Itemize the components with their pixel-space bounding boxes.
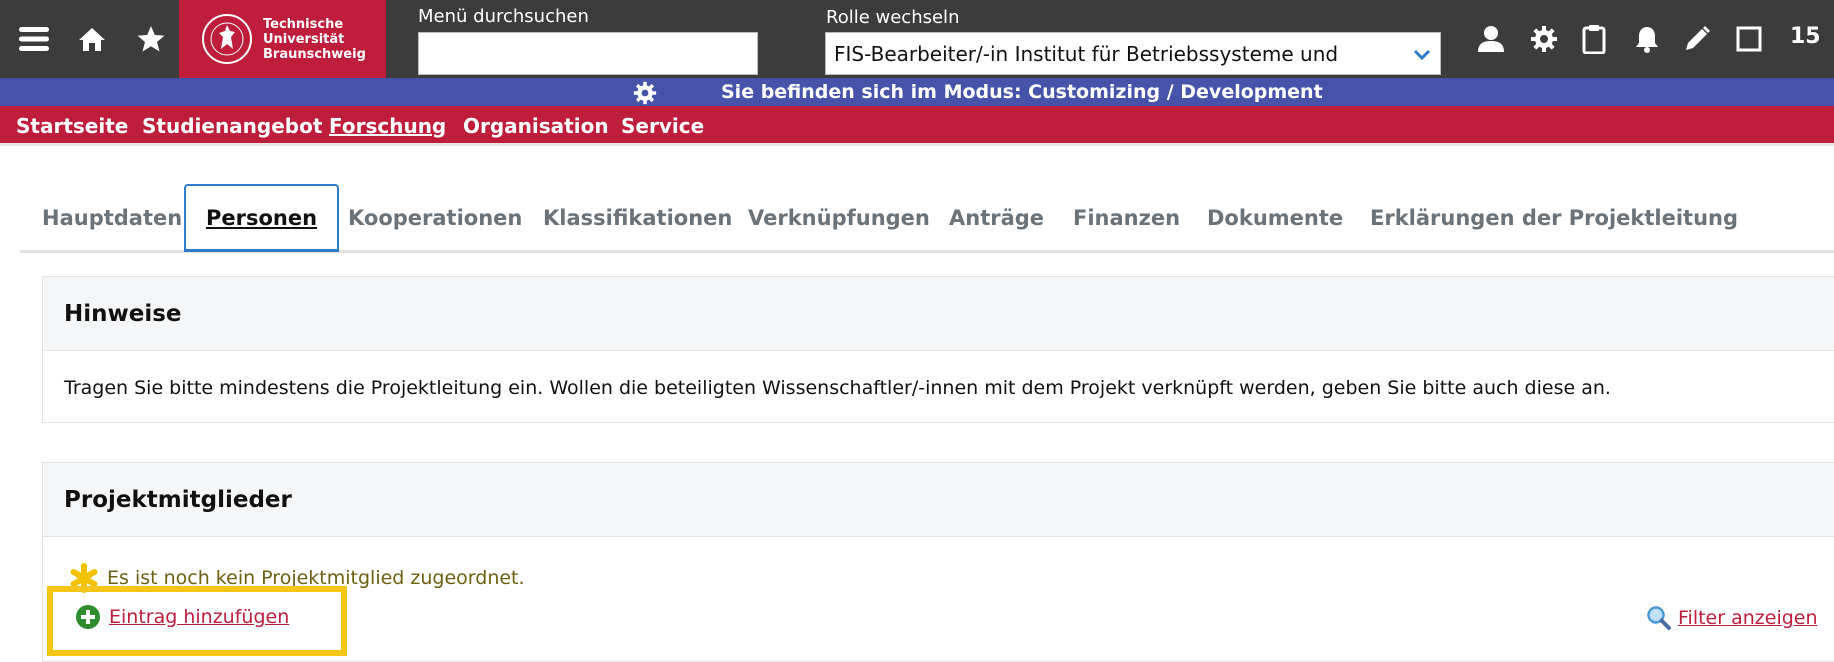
window-icon[interactable] <box>1732 22 1766 56</box>
menu-icon[interactable] <box>17 22 51 56</box>
tab-personen[interactable]: Personen <box>184 184 340 252</box>
members-title: Projektmitglieder <box>43 463 1834 537</box>
session-counter: 15 <box>1790 24 1821 49</box>
role-label: Rolle wechseln <box>826 7 960 28</box>
menu-search-input[interactable] <box>418 32 758 75</box>
tab-kooperationen[interactable]: Kooperationen <box>348 206 522 230</box>
main-nav: Startseite Studienangebot Forschung Orga… <box>0 106 1834 146</box>
mode-text: Sie befinden sich im Modus: Customizing … <box>721 81 1323 103</box>
tab-verknuepfungen[interactable]: Verknüpfungen <box>748 206 930 230</box>
mode-bar: Sie befinden sich im Modus: Customizing … <box>0 78 1834 106</box>
home-icon[interactable] <box>75 22 109 56</box>
tab-erklaerungen[interactable]: Erklärungen der Projektleitung <box>1370 206 1738 230</box>
role-select[interactable]: FIS-Bearbeiter/-in Institut für Betriebs… <box>825 32 1441 75</box>
role-select-value: FIS-Bearbeiter/-in Institut für Betriebs… <box>834 41 1339 66</box>
top-bar: Technische Universität Braunschweig Menü… <box>0 0 1834 78</box>
show-filter-label: Filter anzeigen <box>1678 607 1818 629</box>
magnifier-icon <box>1647 606 1671 630</box>
clipboard-icon[interactable] <box>1577 22 1611 56</box>
search-label: Menü durchsuchen <box>418 6 589 27</box>
tab-klassifikationen[interactable]: Klassifikationen <box>543 206 732 230</box>
chevron-down-icon <box>1413 49 1431 61</box>
tab-finanzen[interactable]: Finanzen <box>1073 206 1180 230</box>
show-filter-link[interactable]: Filter anzeigen <box>1646 605 1818 631</box>
bell-icon[interactable] <box>1630 22 1664 56</box>
pencil-icon[interactable] <box>1680 22 1714 56</box>
logo-text: Technische Universität Braunschweig <box>263 16 366 62</box>
add-entry-link[interactable]: Eintrag hinzufügen <box>75 604 289 630</box>
nav-item-startseite[interactable]: Startseite <box>16 114 128 138</box>
tab-dokumente[interactable]: Dokumente <box>1207 206 1343 230</box>
user-icon[interactable] <box>1474 22 1508 56</box>
nav-item-studienangebot[interactable]: Studienangebot <box>142 114 322 138</box>
hints-title: Hinweise <box>43 277 1834 351</box>
nav-item-forschung[interactable]: Forschung <box>329 114 446 138</box>
hints-text: Tragen Sie bitte mindestens die Projektl… <box>64 377 1611 399</box>
star-icon[interactable] <box>134 22 168 56</box>
tab-hauptdaten[interactable]: Hauptdaten <box>42 206 182 230</box>
gear-icon[interactable] <box>1527 22 1561 56</box>
tu-braunschweig-logo[interactable]: Technische Universität Braunschweig <box>179 0 386 78</box>
hints-panel: Hinweise Tragen Sie bitte mindestens die… <box>42 276 1834 423</box>
add-entry-label: Eintrag hinzufügen <box>109 606 290 628</box>
plus-circle-icon <box>76 605 100 629</box>
tab-bar: Hauptdaten Personen Kooperationen Klassi… <box>20 184 1834 253</box>
nav-item-service[interactable]: Service <box>621 114 704 138</box>
university-seal-icon <box>202 14 252 64</box>
nav-item-organisation[interactable]: Organisation <box>463 114 609 138</box>
gear-icon <box>633 81 657 105</box>
tab-antraege[interactable]: Anträge <box>949 206 1044 230</box>
